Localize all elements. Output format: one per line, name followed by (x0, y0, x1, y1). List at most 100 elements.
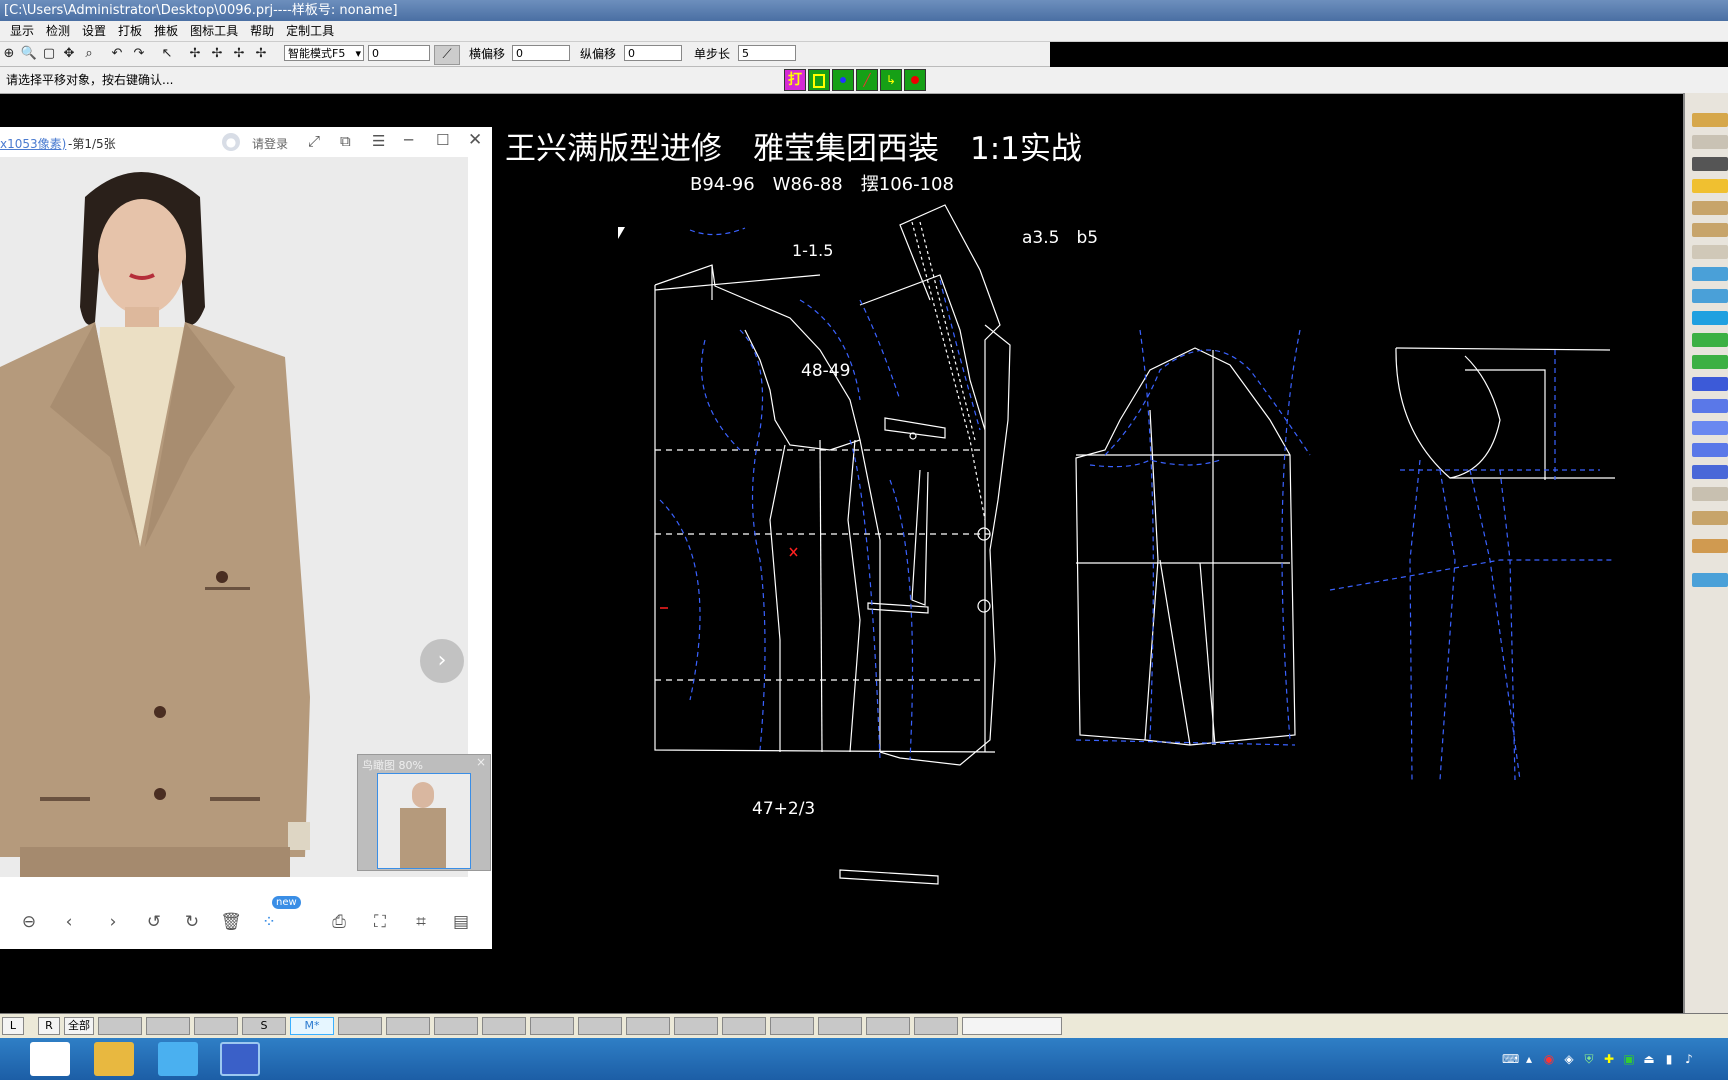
right-size-button[interactable]: R (38, 1017, 60, 1035)
select-delete-icon[interactable]: ↖ (158, 45, 176, 63)
point-tool-1-icon[interactable]: ✢ (186, 45, 204, 63)
line-tool-button[interactable]: ╱ (856, 69, 878, 91)
size-slot-8[interactable] (434, 1017, 478, 1035)
grain-tool-icon[interactable] (1692, 355, 1728, 369)
scale-tool-icon[interactable] (1692, 573, 1728, 587)
measure-tool-icon[interactable] (1692, 511, 1728, 525)
volume-icon[interactable]: ♪ (1682, 1052, 1696, 1066)
fullscreen-icon[interactable]: ⤢ (308, 132, 320, 150)
straight-ruler-icon[interactable] (1692, 223, 1728, 237)
size-slot-15[interactable] (770, 1017, 814, 1035)
menu-settings[interactable]: 设置 (76, 21, 112, 41)
usb-icon[interactable]: ⏏ (1642, 1052, 1656, 1066)
minimize-icon[interactable]: ─ (404, 131, 413, 149)
menu-icon[interactable]: ☰ (372, 132, 385, 150)
pin-icon[interactable]: ⧉ (340, 132, 351, 150)
text-tool-icon[interactable] (1692, 377, 1728, 391)
compass-tool-icon[interactable] (1692, 157, 1728, 171)
value-input[interactable]: 0 (368, 45, 430, 61)
sync-icon[interactable]: ◈ (1562, 1052, 1576, 1066)
size-s-button[interactable]: S (242, 1017, 286, 1035)
print-tool-button[interactable]: 打 (784, 69, 806, 91)
point-tool-4-icon[interactable]: ✢ (252, 45, 270, 63)
point-tool-button[interactable] (832, 69, 854, 91)
record-icon[interactable]: ◉ (1542, 1052, 1556, 1066)
print-icon[interactable]: ⎙ (328, 911, 350, 933)
size-slot-2[interactable] (146, 1017, 190, 1035)
pencil-tool-icon[interactable] (1692, 113, 1728, 127)
close-icon[interactable]: ✕ (468, 130, 482, 150)
size-slot-11[interactable] (578, 1017, 622, 1035)
pleat-tool-icon[interactable] (1692, 465, 1728, 479)
cad-app-icon[interactable] (220, 1042, 260, 1076)
zoom-icon[interactable]: 🔍 (20, 45, 38, 63)
zoom-region-icon[interactable]: ⌕ (80, 45, 98, 63)
rotate-right-icon[interactable]: ↻ (181, 911, 203, 933)
fold-tool-icon[interactable] (1692, 421, 1728, 435)
point-tool-2-icon[interactable]: ✢ (208, 45, 226, 63)
arrow-tool-icon[interactable] (1692, 311, 1728, 325)
tray-arrow-icon[interactable]: ▴ (1522, 1052, 1536, 1066)
size-slot-12[interactable] (626, 1017, 670, 1035)
notch-tool-icon[interactable] (1692, 333, 1728, 347)
size-slot-16[interactable] (818, 1017, 862, 1035)
network-icon[interactable]: ▮ (1662, 1052, 1676, 1066)
mode-select[interactable]: 智能模式F5 ▾ (284, 45, 364, 61)
file-explorer-icon[interactable] (94, 1042, 134, 1076)
menu-custom-tools[interactable]: 定制工具 (280, 21, 340, 41)
h-offset-input[interactable]: 0 (512, 45, 570, 61)
curve-ruler-icon[interactable] (1692, 201, 1728, 215)
redo-icon[interactable]: ↷ (130, 45, 148, 63)
left-size-button[interactable]: L (2, 1017, 24, 1035)
zoom-out-icon[interactable]: ⊖ (18, 911, 40, 933)
save-icon[interactable]: ▤ (450, 911, 472, 933)
bend-tool-button[interactable]: ↳ (880, 69, 902, 91)
menu-display[interactable]: 显示 (0, 21, 40, 41)
maximize-icon[interactable]: ☐ (436, 131, 449, 149)
triangle-tool-icon[interactable] (1692, 539, 1728, 553)
size-slot-7[interactable] (386, 1017, 430, 1035)
size-slot-1[interactable] (98, 1017, 142, 1035)
delete-icon[interactable]: 🗑 (220, 911, 242, 933)
rotate-left-icon[interactable]: ↺ (143, 911, 165, 933)
keyboard-icon[interactable]: ⌨ (1502, 1052, 1519, 1066)
ocr-icon[interactable]: ⌗ (410, 911, 432, 933)
menu-grading[interactable]: 推板 (148, 21, 184, 41)
menu-icon-tools[interactable]: 图标工具 (184, 21, 244, 41)
size-slot-3[interactable] (194, 1017, 238, 1035)
size-m-button[interactable]: M* (290, 1017, 334, 1035)
apps-icon[interactable]: ⁘ (258, 911, 280, 933)
rectangle-tool-button[interactable] (808, 69, 830, 91)
tape-tool-icon[interactable] (1692, 179, 1728, 193)
login-link[interactable]: 请登录 (252, 135, 288, 152)
gpu-icon[interactable]: ▣ (1622, 1052, 1636, 1066)
baidu-netdisk-icon[interactable] (30, 1042, 70, 1076)
record-tool-button[interactable] (904, 69, 926, 91)
add-icon[interactable]: ✚ (1602, 1052, 1616, 1066)
button-tool-icon[interactable] (1692, 443, 1728, 457)
zoom-in-icon[interactable]: ⊕ (0, 45, 18, 63)
fit-window-icon[interactable]: ▢ (40, 45, 58, 63)
ruler-icon[interactable]: ⟋ (434, 45, 460, 65)
menu-help[interactable]: 帮助 (244, 21, 280, 41)
point-tool-3-icon[interactable]: ✢ (230, 45, 248, 63)
fit-screen-icon[interactable]: ⛶ (369, 911, 391, 933)
size-slot-13[interactable] (674, 1017, 718, 1035)
step-input[interactable]: 5 (738, 45, 796, 61)
security-icon[interactable]: ⛨ (1582, 1052, 1596, 1066)
seam-tool-icon[interactable] (1692, 289, 1728, 303)
undo-icon[interactable]: ↶ (108, 45, 126, 63)
scissors-tool-icon[interactable] (1692, 267, 1728, 281)
menu-check[interactable]: 检测 (40, 21, 76, 41)
viewer-file-info[interactable]: x1053像素) (0, 135, 66, 152)
navigator-panel[interactable]: 鸟瞰图 80% × (357, 754, 491, 871)
all-sizes-button[interactable]: 全部 (64, 1017, 94, 1035)
angle-tool-icon[interactable] (1692, 245, 1728, 259)
photo-viewer-icon[interactable] (158, 1042, 198, 1076)
v-offset-input[interactable]: 0 (624, 45, 682, 61)
fraction-tool-icon[interactable] (1692, 487, 1728, 501)
next-icon[interactable]: › (102, 911, 124, 933)
pan-icon[interactable]: ✥ (60, 45, 78, 63)
menu-drafting[interactable]: 打板 (112, 21, 148, 41)
size-slot-6[interactable] (338, 1017, 382, 1035)
